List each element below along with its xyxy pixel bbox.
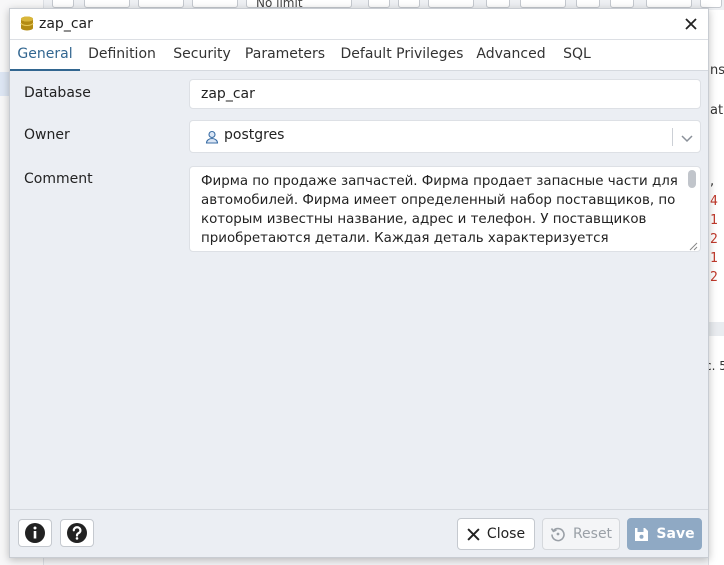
background-output-pane: nse atic , 4 1 2 1 2 c. 5 (708, 10, 724, 565)
tab-security[interactable]: Security (167, 40, 237, 71)
close-icon (685, 18, 697, 30)
output-fragment: , (710, 174, 715, 189)
dialog-close-icon[interactable] (680, 13, 702, 35)
toolbar-help-button[interactable] (700, 0, 722, 8)
reset-icon (550, 527, 565, 542)
save-button-label: Save (656, 526, 695, 542)
output-fragment: 4 (710, 194, 718, 209)
close-button[interactable]: Close (457, 518, 535, 550)
tab-definition[interactable]: Definition (83, 40, 161, 71)
close-icon (467, 527, 480, 541)
database-properties-dialog: zap_car General Definition Security Para… (9, 8, 709, 558)
tab-general[interactable]: General (10, 40, 80, 71)
output-fragment: 2 (710, 232, 718, 247)
dialog-titlebar[interactable]: zap_car (10, 9, 708, 39)
save-button[interactable]: Save (627, 518, 702, 550)
tab-advanced[interactable]: Advanced (473, 40, 549, 71)
owner-select[interactable]: postgres (189, 120, 701, 153)
output-fragment: 1 (710, 251, 718, 266)
owner-select-separator (672, 128, 673, 146)
owner-label: Owner (24, 127, 70, 143)
toolbar-execute-button[interactable] (398, 0, 420, 8)
tab-sql[interactable]: SQL (557, 40, 597, 71)
comment-scrollbar[interactable] (688, 170, 696, 188)
help-button[interactable] (60, 519, 94, 547)
toolbar-commit-button[interactable] (486, 0, 510, 8)
toolbar-clear-button[interactable] (610, 0, 634, 8)
toolbar-edit-dropdown[interactable] (138, 0, 184, 8)
database-name-input[interactable] (189, 79, 701, 109)
output-divider (709, 322, 724, 336)
toolbar-explain-dropdown[interactable] (428, 0, 474, 8)
dialog-title: zap_car (39, 16, 93, 32)
dialog-tabs: General Definition Security Parameters D… (10, 39, 708, 71)
reset-button[interactable]: Reset (542, 518, 620, 550)
toolbar-filter-dropdown[interactable] (192, 0, 238, 8)
toolbar-chart-dropdown[interactable] (520, 0, 566, 8)
output-fragment: 2 (710, 270, 718, 285)
output-fragment: 1 (710, 213, 718, 228)
reset-button-label: Reset (572, 526, 613, 542)
info-icon (25, 523, 45, 543)
info-button[interactable] (18, 519, 52, 547)
help-icon (67, 523, 87, 543)
toolbar-macro-button[interactable] (576, 0, 600, 8)
tab-parameters[interactable]: Parameters (242, 40, 328, 71)
database-label: Database (24, 85, 91, 101)
tab-default-privileges[interactable]: Default Privileges (338, 40, 466, 71)
close-button-label: Close (486, 526, 526, 542)
comment-textarea[interactable]: Фирма по продаже запчастей. Фирма продае… (189, 166, 701, 252)
comment-text: Фирма по продаже запчастей. Фирма продае… (201, 174, 678, 251)
output-fragment: c. 5 (709, 359, 724, 373)
dialog-footer: Close Reset Save (10, 509, 708, 557)
database-icon (20, 16, 34, 31)
owner-value: postgres (224, 127, 285, 143)
floppy-disk-icon (635, 527, 649, 541)
user-icon (205, 130, 219, 144)
resize-grip-icon[interactable] (688, 241, 698, 251)
toolbar-save-dropdown[interactable] (84, 0, 130, 8)
comment-label: Comment (24, 171, 93, 187)
toolbar-stop-button[interactable] (52, 0, 74, 8)
output-fragment: atic (710, 103, 724, 118)
output-fragment: nse (710, 63, 724, 78)
toolbar-stop-query-button[interactable] (368, 0, 390, 8)
toolbar-list-dropdown[interactable] (646, 0, 692, 8)
chevron-down-icon[interactable] (679, 130, 695, 146)
